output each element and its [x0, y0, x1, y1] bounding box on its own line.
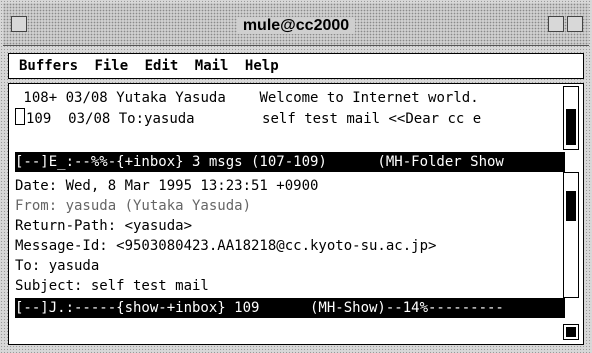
menu-edit[interactable]: Edit	[145, 58, 179, 74]
header-from: From: yasuda (Yutaka Yasuda)	[15, 198, 252, 214]
text-cursor	[15, 108, 25, 125]
menu-help[interactable]: Help	[245, 58, 279, 74]
menu-mail[interactable]: Mail	[195, 58, 229, 74]
title-bar[interactable]: mule@cc2000	[3, 3, 589, 46]
menu-file[interactable]: File	[94, 58, 128, 74]
scrollbar-thumb[interactable]	[566, 191, 576, 221]
message-number: 109	[26, 111, 60, 127]
menu-bar: Buffers File Edit Mail Help	[8, 53, 584, 79]
header-to: To: yasuda	[15, 258, 100, 274]
message-from: To:yasuda	[118, 111, 246, 127]
folder-scrollbar[interactable]	[563, 86, 579, 150]
scrollbar-thumb[interactable]	[566, 327, 576, 337]
message-subject: Welcome to Internet world.	[259, 90, 479, 106]
show-modeline: [--]J.:-----{show-+inbox} 109 (MH-Show)-…	[15, 298, 565, 318]
show-scrollbar[interactable]	[563, 172, 579, 298]
header-return-path: Return-Path: <yasuda>	[15, 218, 193, 234]
scrollbar-thumb[interactable]	[566, 109, 576, 145]
minimize-button[interactable]	[548, 16, 564, 32]
editor-frame: 108+ 03/08 Yutaka Yasuda Welcome to Inte…	[8, 83, 584, 345]
menu-buffers[interactable]: Buffers	[19, 58, 78, 74]
window-title: mule@cc2000	[3, 17, 589, 35]
message-subject: self test mail <<Dear cc e	[262, 111, 482, 127]
maximize-button[interactable]	[567, 16, 583, 32]
message-from: Yutaka Yasuda	[116, 90, 243, 106]
message-row-current[interactable]: 109 03/08 To:yasuda self test mail <<Dea…	[15, 108, 481, 128]
folder-modeline: [--]E_:--%%-{+inbox} 3 msgs (107-109) (M…	[15, 152, 565, 172]
message-row[interactable]: 108+ 03/08 Yutaka Yasuda Welcome to Inte…	[15, 88, 479, 108]
message-number: 108+	[15, 90, 58, 106]
header-date: Date: Wed, 8 Mar 1995 13:23:51 +0900	[15, 178, 319, 194]
message-date: 03/08	[65, 90, 108, 106]
header-subject: Subject: self test mail	[15, 278, 209, 294]
minibuffer-scroll-box[interactable]	[563, 324, 579, 340]
message-date: 03/08	[68, 111, 111, 127]
header-message-id: Message-Id: <9503080423.AA18218@cc.kyoto…	[15, 238, 437, 254]
